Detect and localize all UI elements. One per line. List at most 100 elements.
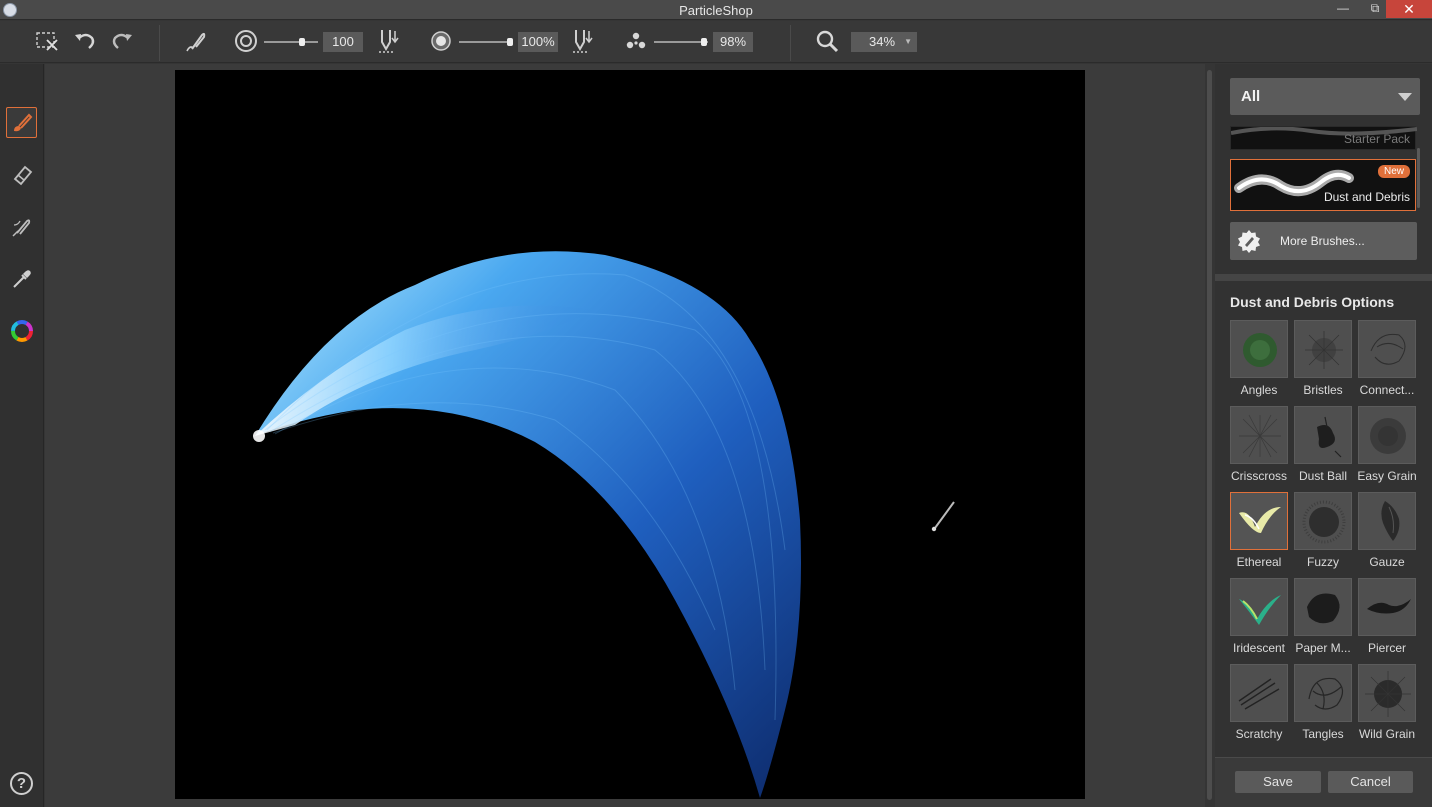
brush-option-label: Angles [1240,383,1278,397]
top-toolbar: 100 100% 98% 34% ▼ [0,21,1432,63]
brush-stroke-tool-button[interactable] [182,27,210,55]
title-bar: ParticleShop — ⧉ ✕ [0,0,1432,20]
canvas-scrollbar-thumb[interactable] [1207,70,1212,800]
clear-canvas-button[interactable] [33,27,61,55]
brush-option[interactable]: Scratchy [1229,664,1289,746]
redo-icon [112,33,132,49]
toolbar-separator [790,25,791,61]
painting-canvas[interactable] [175,70,1085,799]
panel-footer: Save Cancel [1215,757,1432,807]
opacity-icon [431,31,451,51]
brush-option[interactable]: Connect... [1357,320,1417,402]
eraser-tool-button[interactable] [6,159,37,190]
save-button[interactable]: Save [1235,771,1321,793]
brush-size-icon [235,30,257,52]
close-button[interactable]: ✕ [1386,0,1432,18]
density-value[interactable]: 98% [713,32,753,52]
brush-option[interactable]: Gauze [1357,492,1417,574]
opacity-icon-button [427,27,455,55]
brush-option-label: Piercer [1367,641,1406,655]
brush-option-label: Scratchy [1235,727,1283,741]
density-icon-button [622,27,650,55]
pressure-pen-icon [573,30,593,53]
chevron-down-icon: ▼ [904,37,912,46]
brush-option[interactable]: Wild Grain [1357,664,1417,746]
density-slider-knob[interactable] [701,38,708,46]
paintbrush-icon [13,113,32,131]
pack-name: Starter Pack [1343,132,1410,146]
brush-size-slider[interactable] [264,38,318,46]
undo-icon [75,33,95,49]
canvas-scrollbar[interactable] [1206,64,1214,807]
pack-name: Dust and Debris [1323,190,1410,204]
brush-option-label: Connect... [1359,383,1415,397]
redo-button[interactable] [108,27,136,55]
toolbar-separator [159,25,160,61]
brush-option[interactable]: Angles [1229,320,1289,402]
more-brushes-badge-icon [1238,230,1260,253]
eyedropper-tool-button[interactable] [6,263,37,294]
opacity-value[interactable]: 100% [518,32,558,52]
more-brushes-button[interactable]: More Brushes... [1230,222,1417,260]
restore-button[interactable]: ⧉ [1362,0,1388,18]
opacity-pressure-button[interactable] [567,27,595,55]
brush-category-dropdown[interactable]: All [1230,78,1420,115]
brush-option-label: Wild Grain [1358,727,1415,741]
density-slider[interactable] [654,38,708,46]
minimize-button[interactable]: — [1330,0,1356,18]
brush-thumbnail [1230,492,1288,550]
brush-thumbnail [1358,578,1416,636]
help-button[interactable]: ? [10,772,33,795]
brush-option-label: Paper M... [1295,641,1351,655]
pack-list-scrollbar[interactable] [1417,148,1420,208]
particle-stroke-artwork [253,251,955,798]
magnifier-icon [816,30,839,53]
brush-pack-dust-and-debris[interactable]: New Dust and Debris [1230,159,1416,211]
brush-thumbnail [1294,664,1352,722]
stylus-icon [11,218,30,237]
stylus-tool-button[interactable] [6,211,37,242]
panel-divider [1215,274,1432,281]
color-picker-button[interactable] [6,315,37,346]
brush-option[interactable]: Ethereal [1229,492,1289,574]
brush-option[interactable]: Piercer [1357,578,1417,660]
zoom-button[interactable] [813,27,841,55]
brush-option-label: Gauze [1369,555,1405,569]
brush-option-label: Iridescent [1232,641,1286,655]
opacity-slider[interactable] [459,38,513,46]
brush-thumbnail [1358,320,1416,378]
brush-size-value[interactable]: 100 [323,32,363,52]
pressure-pen-icon [379,30,399,53]
brush-thumbnail [1358,664,1416,722]
brush-options-title: Dust and Debris Options [1230,294,1395,310]
particle-density-icon [626,32,646,49]
brush-option[interactable]: Crisscross [1229,406,1289,488]
brush-category-value: All [1241,88,1261,105]
brush-option[interactable]: Dust Ball [1293,406,1353,488]
brush-size-slider-knob[interactable] [298,38,305,46]
size-pressure-button[interactable] [373,27,401,55]
brush-option-label: Easy Grain [1357,469,1417,483]
brush-option[interactable]: Paper M... [1293,578,1353,660]
brush-option[interactable]: Easy Grain [1357,406,1417,488]
brush-option[interactable]: Iridescent [1229,578,1289,660]
brush-thumbnail [1358,492,1416,550]
brush-thumbnail [1294,320,1352,378]
more-brushes-label: More Brushes... [1280,234,1365,248]
zoom-dropdown[interactable]: 34% ▼ [851,32,917,52]
brush-option[interactable]: Fuzzy [1293,492,1353,574]
opacity-slider-knob[interactable] [507,38,513,46]
brush-pack-starter[interactable]: Starter Pack [1230,126,1417,150]
undo-button[interactable] [71,27,99,55]
window-title: ParticleShop [679,3,753,18]
brush-option[interactable]: Bristles [1293,320,1353,402]
brush-option[interactable]: Tangles [1293,664,1353,746]
left-toolbar: ? [0,64,44,807]
cancel-button[interactable]: Cancel [1328,771,1413,793]
brush-option-label: Bristles [1303,383,1343,397]
zoom-value: 34% [869,34,896,49]
brush-thumbnail [1294,492,1352,550]
brush-tool-button[interactable] [6,107,37,138]
workspace [45,64,1205,807]
brush-thumbnail [1230,664,1288,722]
